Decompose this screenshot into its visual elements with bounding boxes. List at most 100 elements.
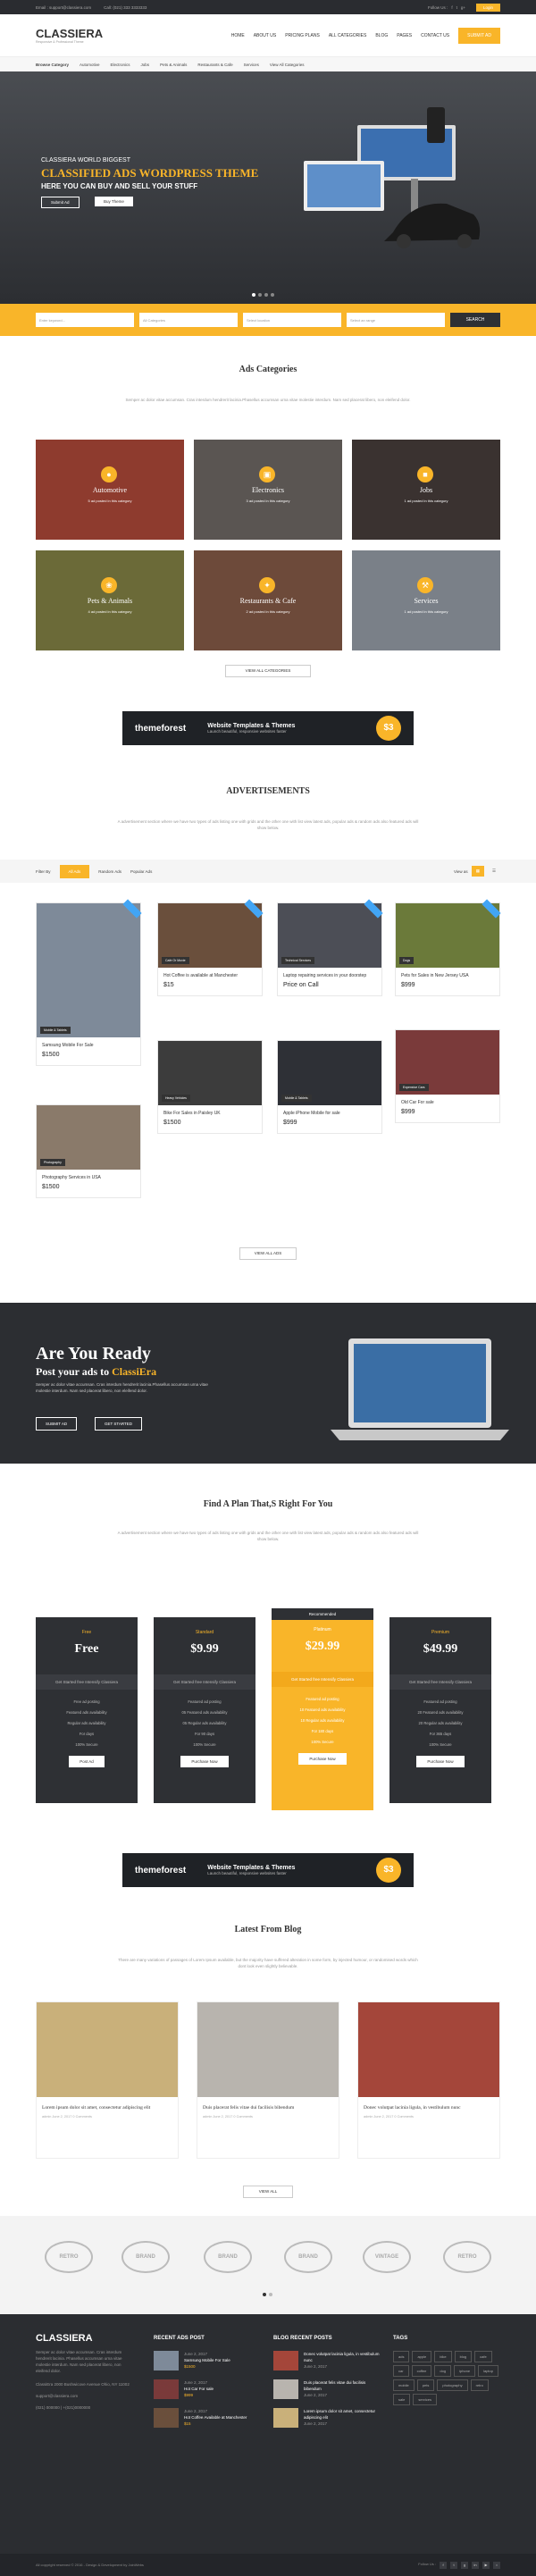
tag[interactable]: bike: [434, 2351, 452, 2362]
google-plus-icon[interactable]: g: [461, 2561, 468, 2569]
ad-card[interactable]: Expensive Cars Old Car For sale $999: [395, 1029, 500, 1123]
ad-card[interactable]: Mobile & Tablets Apple iPhone Mobile for…: [277, 1040, 382, 1134]
partner-logo[interactable]: RETRO: [45, 2241, 93, 2273]
cta-submit-ad-button[interactable]: SUBMIT AD: [36, 1417, 78, 1431]
tag[interactable]: mobile: [393, 2379, 415, 2391]
blog-card[interactable]: Lorem ipsum dolor sit amet, consectetur …: [36, 2001, 179, 2159]
hero-submit-ad-button[interactable]: Submit Ad: [41, 197, 80, 208]
submit-ad-button[interactable]: SUBMIT AD: [458, 27, 500, 44]
category-electronics[interactable]: ▣ Electronics 3 ad posted in this catego…: [194, 440, 342, 540]
nav-contact[interactable]: CONTACT US: [421, 33, 449, 38]
partner-logo[interactable]: BRAND: [284, 2241, 332, 2273]
footer-ad-item[interactable]: June 2, 2017 Hot Coffee Available at Manc…: [154, 2408, 261, 2428]
logo[interactable]: CLASSIERA Responsive & Professional Them…: [36, 27, 103, 44]
category-restaurants[interactable]: ✦ Restaurants & Cafe 2 ad posted in this…: [194, 550, 342, 650]
facebook-icon[interactable]: f: [440, 2561, 447, 2569]
catbar-services[interactable]: Services: [244, 63, 259, 67]
keyword-input[interactable]: Enter keyword...: [36, 313, 134, 327]
view-all-categories-button[interactable]: VIEW ALL CATEGORIES: [225, 665, 311, 677]
nav-pages[interactable]: PAGES: [397, 33, 412, 38]
tag[interactable]: blog: [454, 2351, 473, 2362]
twitter-icon[interactable]: t: [450, 2561, 457, 2569]
blog-card[interactable]: Donec volutpat lacinia ligula, in vestib…: [357, 2001, 500, 2159]
plan-premium: Premium $49.99 Get Started free Intensif…: [389, 1617, 491, 1803]
tag[interactable]: photography: [437, 2379, 468, 2391]
catbar-automotive[interactable]: Automotive: [80, 63, 100, 67]
ad-card[interactable]: Heavy Vehicles Bike For Sales in Paisley…: [157, 1040, 263, 1134]
plan-button[interactable]: Purchase Now: [180, 1756, 229, 1767]
search-button[interactable]: SEARCH: [450, 313, 500, 327]
nav-blog[interactable]: BLOG: [375, 33, 388, 38]
tag[interactable]: coffee: [411, 2365, 432, 2377]
nav-home[interactable]: HOME: [231, 33, 245, 38]
tag[interactable]: laptop: [478, 2365, 498, 2377]
slider-dots[interactable]: [252, 293, 274, 297]
login-button[interactable]: Login: [475, 3, 500, 12]
category-jobs[interactable]: ■ Jobs 1 ad posted in this category: [352, 440, 500, 540]
location-select[interactable]: Select location: [243, 313, 341, 327]
nav-about[interactable]: ABOUT US: [254, 33, 276, 38]
category-select[interactable]: All Categories: [139, 313, 238, 327]
tag[interactable]: services: [413, 2394, 438, 2405]
view-all-blog-button[interactable]: VIEW ALL: [243, 2186, 293, 2198]
ad-card[interactable]: Mobile & Tablets Samsung Mobile For Sale…: [36, 899, 142, 1066]
footer-ad-item[interactable]: June 2, 2017 Samsung Mobile For Sale $1500: [154, 2351, 261, 2370]
footer-ad-item[interactable]: June 2, 2017 Hot Car For sale $999: [154, 2379, 261, 2399]
ad-image: Expensive Cars: [396, 1030, 499, 1095]
range-select[interactable]: Select an range: [347, 313, 445, 327]
tab-random-ads[interactable]: Random Ads: [98, 869, 121, 874]
footer-blog-item[interactable]: Duis placerat felis vitae dui facilisis …: [273, 2379, 381, 2399]
plan-button[interactable]: Purchase Now: [298, 1753, 347, 1765]
view-all-ads-button[interactable]: VIEW ALL ADS: [239, 1247, 297, 1260]
tag[interactable]: sale: [393, 2394, 411, 2405]
ad-card[interactable]: Dogs Pets for Sales in New Jersey USA $9…: [395, 899, 501, 996]
plan-button[interactable]: Purchase Now: [416, 1756, 465, 1767]
partners-dots[interactable]: [263, 2293, 272, 2296]
ad-card[interactable]: Cafe Or Movie Hot Coffee is available at…: [157, 899, 264, 996]
catbar-restaurants[interactable]: Restaurants & Cafe: [197, 63, 232, 67]
tag[interactable]: apple: [412, 2351, 432, 2362]
hero-buy-theme-button[interactable]: Buy Theme: [95, 197, 133, 206]
facebook-icon[interactable]: f: [451, 5, 452, 10]
catbar-pets[interactable]: Pets & Animals: [160, 63, 187, 67]
nav-categories[interactable]: ALL CATEGORIES: [329, 33, 367, 38]
linkedin-icon[interactable]: in: [472, 2561, 479, 2569]
tag[interactable]: pets: [416, 2379, 435, 2391]
twitter-icon[interactable]: t: [456, 5, 457, 10]
partner-logo[interactable]: BRAND: [121, 2241, 170, 2273]
nav-pricing[interactable]: PRICING PLANS: [285, 33, 320, 38]
ad-card[interactable]: Photography Photography Services in USA …: [36, 1104, 141, 1198]
partner-logo[interactable]: BRAND: [204, 2241, 252, 2273]
footer-blog-item[interactable]: Lorem ipsum dolor sit amet, consectetur …: [273, 2408, 381, 2428]
themeforest-banner[interactable]: themeforest Website Templates & Themes La…: [122, 711, 414, 745]
tag[interactable]: ads: [393, 2351, 410, 2362]
themeforest-banner[interactable]: themeforest Website Templates & Themes La…: [122, 1853, 414, 1887]
instagram-icon[interactable]: ○: [493, 2561, 500, 2569]
tab-popular-ads[interactable]: Popular Ads: [130, 869, 152, 874]
catbar-electronics[interactable]: Electronics: [111, 63, 130, 67]
tag[interactable]: car: [393, 2365, 409, 2377]
ad-card[interactable]: Technical Services Laptop repairing serv…: [277, 899, 383, 996]
plan-button[interactable]: Post Ad: [69, 1756, 105, 1767]
catbar-jobs[interactable]: Jobs: [141, 63, 150, 67]
category-pets[interactable]: ❀ Pets & Animals 4 ad posted in this cat…: [36, 550, 184, 650]
logo-tagline: Responsive & Professional Theme: [36, 40, 84, 44]
tag[interactable]: retro: [470, 2379, 489, 2391]
tag[interactable]: cafe: [474, 2351, 492, 2362]
youtube-icon[interactable]: ▶: [482, 2561, 490, 2569]
footer-email[interactable]: support@classiera.com: [36, 2393, 136, 2399]
blog-card[interactable]: Duis placerat felis vitae dui facilisis …: [197, 2001, 339, 2159]
catbar-view-all[interactable]: View All Categories: [270, 63, 305, 67]
tab-all-ads[interactable]: All Ads: [59, 864, 90, 878]
tag[interactable]: dog: [434, 2365, 452, 2377]
google-plus-icon[interactable]: g+: [461, 5, 465, 10]
category-services[interactable]: ⚒ Services 1 ad posted in this category: [352, 550, 500, 650]
partner-logo[interactable]: RETRO: [443, 2241, 491, 2273]
footer-blog-item[interactable]: Donec volutpat lacinia ligula, in vestib…: [273, 2351, 381, 2370]
grid-view-icon[interactable]: ▦: [471, 866, 484, 877]
tag[interactable]: iphone: [454, 2365, 476, 2377]
partner-logo[interactable]: VINTAGE: [363, 2241, 411, 2273]
cta-get-started-button[interactable]: GET STARTED: [95, 1417, 143, 1431]
list-view-icon[interactable]: ☰: [488, 866, 500, 877]
category-automotive[interactable]: ● Automotive 5 ad posted in this categor…: [36, 440, 184, 540]
